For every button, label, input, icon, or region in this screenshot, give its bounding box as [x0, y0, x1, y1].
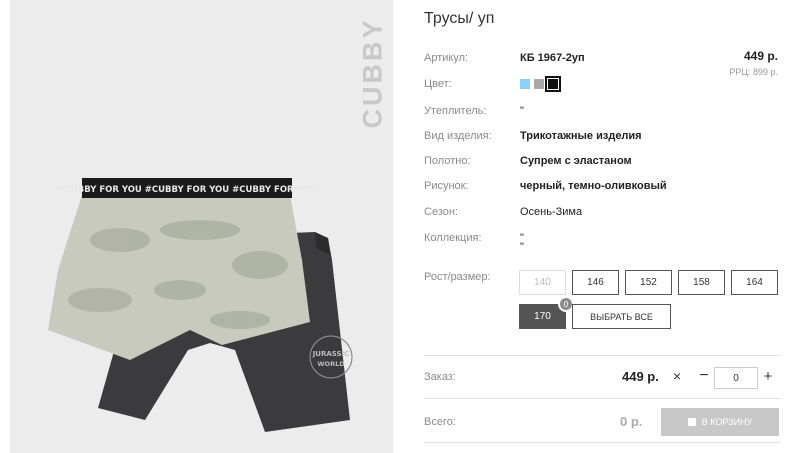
size-option[interactable]: 140 — [519, 270, 566, 295]
times-icon: × — [673, 368, 682, 384]
article-label: Артикул: — [424, 52, 469, 64]
season-value: Осень-Зима — [520, 206, 583, 218]
size-option[interactable]: 152 — [625, 270, 672, 295]
pattern-label: Рисунок: — [424, 180, 469, 192]
collection-label: Коллекция: — [424, 232, 482, 244]
divider — [424, 442, 781, 443]
divider — [424, 398, 781, 399]
size-option[interactable]: 146 — [572, 270, 619, 295]
article-value: КБ 1967-2уп — [520, 52, 585, 64]
total-value: 0 р. — [620, 414, 643, 429]
size-option[interactable]: 158 — [678, 270, 725, 295]
color-swatch[interactable] — [534, 79, 544, 89]
size-label: Рост/размер: — [424, 271, 491, 283]
divider — [424, 355, 781, 356]
season-label: Сезон: — [424, 206, 458, 218]
collection-value-2: " — [520, 241, 524, 253]
color-swatch[interactable] — [545, 76, 561, 92]
order-label: Заказ: — [424, 371, 456, 383]
product-price: 449 р. — [743, 49, 778, 63]
product-title: Трусы/ уп — [424, 10, 495, 27]
recommended-price: РРЦ: 899 р. — [729, 67, 778, 77]
add-to-cart-label: В КОРЗИНУ — [701, 417, 753, 427]
quantity-input[interactable] — [714, 367, 758, 389]
pattern-value: черный, темно-оливковый — [520, 180, 667, 192]
order-price: 449 р. — [622, 369, 659, 384]
select-all-button[interactable]: ВЫБРАТЬ ВСЕ — [572, 304, 671, 329]
type-label: Вид изделия: — [424, 130, 492, 142]
product-photo[interactable]: CUBBY #CUBBY FOR YOU #CUBBY FOR YOU #CUB… — [10, 0, 393, 453]
cart-icon — [687, 418, 696, 426]
insulation-value: " — [520, 105, 524, 117]
fabric-value: Супрем с эластаном — [520, 155, 632, 167]
increase-quantity-button[interactable]: + — [761, 367, 775, 385]
color-swatches — [520, 76, 561, 92]
svg-text:WORLD: WORLD — [317, 360, 345, 368]
decrease-quantity-button[interactable]: − — [697, 367, 711, 385]
color-label: Цвет: — [424, 78, 452, 90]
svg-text:JURASSIC: JURASSIC — [312, 350, 350, 358]
product-image: #CUBBY FOR YOU #CUBBY FOR YOU #CUBBY FOR… — [48, 178, 353, 432]
color-swatch[interactable] — [520, 79, 530, 89]
fabric-label: Полотно: — [424, 155, 471, 167]
size-option[interactable]: 164 — [731, 270, 778, 295]
insulation-label: Утеплитель: — [424, 105, 487, 117]
type-value: Трикотажные изделия — [520, 130, 642, 142]
add-to-cart-button[interactable]: В КОРЗИНУ — [661, 408, 779, 436]
svg-text:#CUBBY FOR YOU #CUBBY FOR YOU: #CUBBY FOR YOU #CUBBY FOR YOU #CUBBY FOR… — [57, 185, 316, 195]
total-label: Всего: — [424, 416, 456, 428]
